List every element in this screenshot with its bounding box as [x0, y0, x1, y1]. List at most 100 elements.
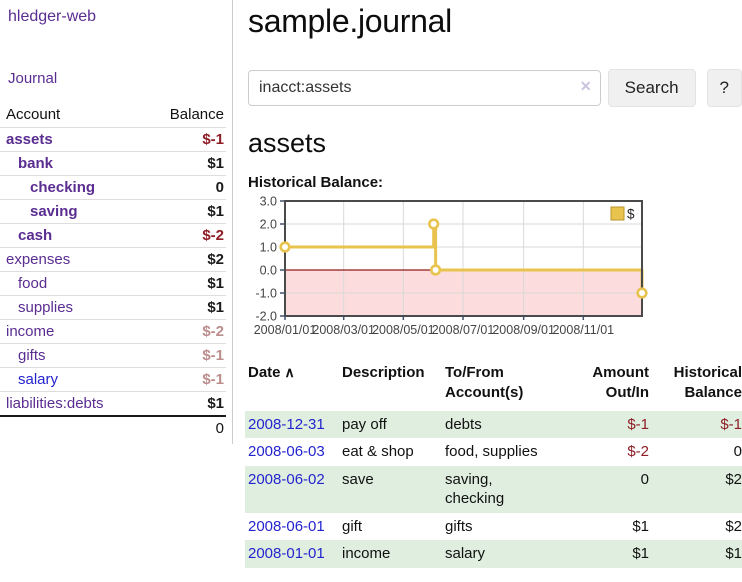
transaction-amount: $-2: [566, 438, 649, 466]
register-header-row: Date∧ Description To/FromAccount(s) Amou…: [245, 360, 742, 411]
account-link-gifts[interactable]: gifts: [18, 347, 46, 364]
accounts-header-account: Account: [0, 103, 141, 128]
svg-text:2.0: 2.0: [260, 218, 277, 232]
transaction-row: 2008-12-31pay offdebts$-1$-1: [245, 411, 742, 439]
svg-text:2008/09/01: 2008/09/01: [492, 323, 555, 337]
account-balance: $1: [141, 392, 226, 417]
svg-text:3.0: 3.0: [260, 196, 277, 209]
svg-text:2008/11/01: 2008/11/01: [552, 323, 614, 337]
transaction-accounts: debts: [445, 411, 566, 439]
accounts-total-row: 0: [0, 416, 226, 440]
svg-text:$: $: [627, 207, 635, 222]
clear-search-icon[interactable]: ✕: [580, 79, 592, 93]
account-row: salary$-1: [0, 368, 226, 392]
account-link-bank[interactable]: bank: [18, 155, 53, 172]
help-button[interactable]: ?: [707, 69, 742, 107]
account-link-assets[interactable]: assets: [6, 131, 53, 148]
account-link-supplies[interactable]: supplies: [18, 299, 73, 316]
transaction-amount: 0: [566, 466, 649, 513]
account-balance: $-2: [141, 224, 226, 248]
account-link-salary[interactable]: salary: [18, 371, 58, 388]
historical-balance-chart[interactable]: 3.02.01.00.0-1.0-2.02008/01/012008/03/01…: [240, 196, 742, 351]
register-header-description[interactable]: Description: [342, 360, 445, 411]
transaction-date-link[interactable]: 2008-12-31: [248, 416, 325, 433]
transaction-accounts: food, supplies: [445, 438, 566, 466]
transaction-balance: 0: [649, 438, 742, 466]
register-header-date[interactable]: Date∧: [245, 360, 342, 411]
register-header-accounts[interactable]: To/FromAccount(s): [445, 360, 566, 411]
account-link-liabilities-debts[interactable]: liabilities:debts: [6, 395, 104, 412]
transaction-amount: $1: [566, 540, 649, 568]
account-link-expenses[interactable]: expenses: [6, 251, 70, 268]
register-header-amount[interactable]: AmountOut/In: [566, 360, 649, 411]
account-row: supplies $1: [0, 296, 226, 320]
transaction-row: 2008-06-01giftgifts$1$2: [245, 513, 742, 541]
account-balance: 0: [141, 176, 226, 200]
account-balance: $1: [141, 272, 226, 296]
transaction-row: 2008-06-03eat & shopfood, supplies$-20: [245, 438, 742, 466]
sidebar-divider: [232, 0, 233, 444]
account-heading: assets: [248, 128, 742, 159]
account-balance: $1: [141, 200, 226, 224]
account-balance: $-2: [141, 320, 226, 344]
transaction-accounts: gifts: [445, 513, 566, 541]
svg-text:2008/01/01: 2008/01/01: [254, 323, 317, 337]
search-button[interactable]: Search: [608, 69, 696, 107]
account-row: assets$-1: [0, 128, 226, 152]
svg-text:2008/07/01: 2008/07/01: [432, 323, 495, 337]
account-balance: $2: [141, 248, 226, 272]
transaction-accounts: saving, checking: [445, 466, 566, 513]
svg-text:0.0: 0.0: [260, 264, 277, 278]
account-balance: $-1: [141, 344, 226, 368]
main-content: sample.journal ✕ Search ? assets Histori…: [248, 0, 742, 568]
transaction-amount: $-1: [566, 411, 649, 439]
transaction-description: gift: [342, 513, 445, 541]
account-row: income $-2: [0, 320, 226, 344]
chart-title: Historical Balance:: [248, 174, 742, 191]
svg-text:-2.0: -2.0: [255, 310, 277, 324]
search-bar: ✕ Search ?: [248, 69, 742, 107]
account-link-saving[interactable]: saving: [30, 203, 78, 220]
accounts-total-value: 0: [141, 416, 226, 440]
transaction-description: income: [342, 540, 445, 568]
account-link-food[interactable]: food: [18, 275, 47, 292]
accounts-table: Account Balance assets$-1bank$1checking0…: [0, 103, 226, 440]
accounts-header-row: Account Balance: [0, 103, 226, 128]
account-row: liabilities:debts $1: [0, 392, 226, 417]
nav-journal-link[interactable]: Journal: [8, 70, 226, 87]
app-brand-link[interactable]: hledger-web: [8, 8, 226, 26]
account-row: checking 0: [0, 176, 226, 200]
transaction-amount: $1: [566, 513, 649, 541]
transaction-date-link[interactable]: 2008-01-01: [248, 545, 325, 562]
account-link-checking[interactable]: checking: [30, 179, 95, 196]
transaction-balance: $-1: [649, 411, 742, 439]
transaction-date-link[interactable]: 2008-06-02: [248, 471, 325, 488]
sidebar: hledger-web Journal Account Balance asse…: [0, 0, 226, 440]
account-row: gifts $-1: [0, 344, 226, 368]
account-row: food $1: [0, 272, 226, 296]
register-table: Date∧ Description To/FromAccount(s) Amou…: [245, 360, 742, 568]
account-balance: $1: [141, 152, 226, 176]
transaction-date-link[interactable]: 2008-06-03: [248, 443, 325, 460]
transaction-description: pay off: [342, 411, 445, 439]
transaction-accounts: salary: [445, 540, 566, 568]
transaction-description: save: [342, 466, 445, 513]
account-row: saving $1: [0, 200, 226, 224]
account-row: expenses $2: [0, 248, 226, 272]
register-header-balance[interactable]: HistoricalBalance: [649, 360, 742, 411]
account-link-cash[interactable]: cash: [18, 227, 52, 244]
account-row: bank $1: [0, 152, 226, 176]
transaction-row: 2008-01-01incomesalary$1$1: [245, 540, 742, 568]
account-link-income[interactable]: income: [6, 323, 54, 340]
transaction-date-link[interactable]: 2008-06-01: [248, 518, 325, 535]
account-balance: $1: [141, 296, 226, 320]
svg-text:1.0: 1.0: [260, 241, 277, 255]
sort-asc-icon: ∧: [285, 364, 295, 380]
transaction-balance: $1: [649, 540, 742, 568]
svg-text:-1.0: -1.0: [255, 287, 277, 301]
account-row: cash $-2: [0, 224, 226, 248]
accounts-header-balance: Balance: [141, 103, 226, 128]
search-input[interactable]: [248, 70, 601, 106]
svg-text:2008/05/01: 2008/05/01: [372, 323, 435, 337]
transaction-balance: $2: [649, 466, 742, 513]
